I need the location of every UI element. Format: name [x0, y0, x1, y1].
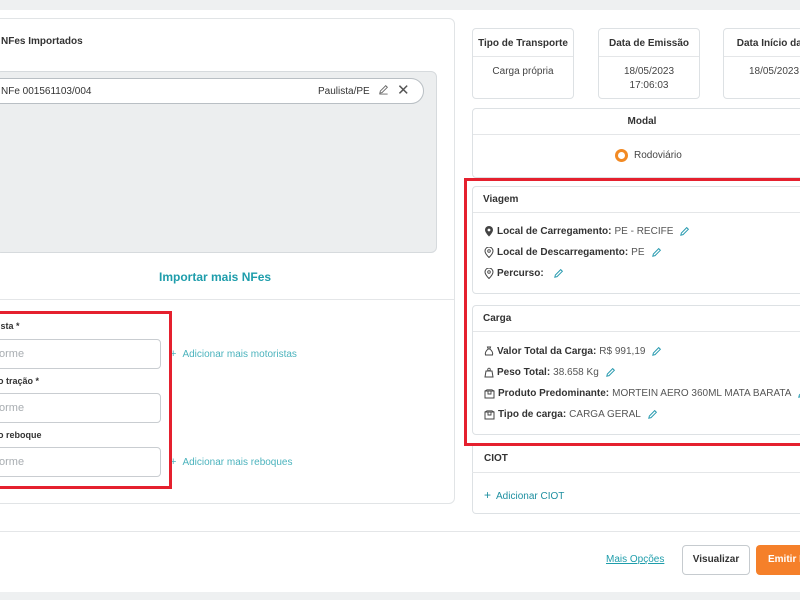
emit-button[interactable]: Emitir M [756, 545, 800, 575]
highlight-box-right [464, 178, 800, 446]
modal-option-label: Rodoviário [634, 150, 682, 161]
add-trailers-label: Adicionar mais reboques [182, 457, 293, 468]
emission-date-value: 18/05/2023 17:06:03 [599, 65, 699, 93]
divider [472, 472, 800, 473]
emission-date-label: Data de Emissão [608, 38, 690, 49]
nfes-title: NFes Importados [1, 36, 83, 47]
emission-date-card: Data de Emissão 18/05/2023 17:06:03 [598, 28, 700, 99]
more-options-link[interactable]: Mais Opções [606, 554, 664, 565]
trip-start-value: 18/05/2023 [748, 66, 800, 77]
trip-start-card: Data Início da V 18/05/2023 [723, 28, 800, 99]
emission-time: 17:06:03 [629, 80, 669, 91]
modal-title: Modal [473, 109, 800, 135]
emission-date: 18/05/2023 [623, 66, 675, 77]
close-icon[interactable]: ✕ [397, 83, 410, 98]
nfe-location: Paulista/PE [318, 85, 370, 97]
highlight-box-left [0, 311, 172, 489]
nfe-chip[interactable]: NFe 001561103/004 Paulista/PE ✕ [0, 78, 424, 104]
nfes-list: NFe 001561103/004 Paulista/PE ✕ [0, 71, 437, 253]
edit-icon[interactable] [378, 84, 389, 98]
add-drivers-label: Adicionar mais motoristas [182, 349, 297, 360]
modal-option-rodoviario[interactable]: Rodoviário [615, 149, 682, 162]
nfe-number: NFe 001561103/004 [1, 85, 92, 97]
ciot-panel [472, 446, 800, 514]
divider [0, 299, 454, 300]
radio-selected-icon[interactable] [615, 149, 628, 162]
ciot-title: CIOT [484, 453, 508, 464]
plus-icon: + [484, 488, 492, 502]
trip-start-label: Data Início da V [736, 38, 800, 49]
modal-panel: Modal Rodoviário [472, 108, 800, 178]
add-drivers-link[interactable]: + Adicionar mais motoristas [170, 348, 297, 360]
add-trailers-link[interactable]: + Adicionar mais reboques [170, 456, 293, 468]
import-more-nfes-link[interactable]: Importar mais NFes [159, 270, 271, 284]
transport-type-label: Tipo de Transporte [478, 38, 568, 49]
add-ciot-link[interactable]: + Adicionar CIOT [484, 488, 564, 502]
transport-type-card: Tipo de Transporte Carga própria [472, 28, 574, 99]
footer-divider [0, 531, 800, 532]
transport-type-value: Carga própria [492, 66, 554, 77]
add-ciot-label: Adicionar CIOT [496, 491, 565, 502]
preview-button[interactable]: Visualizar [682, 545, 750, 575]
